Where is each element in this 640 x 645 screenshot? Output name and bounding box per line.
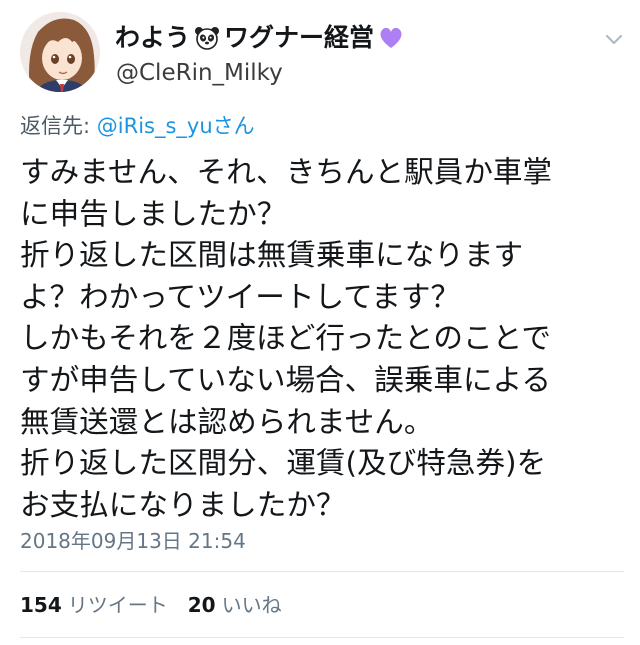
like-label[interactable]: いいね bbox=[222, 591, 282, 619]
divider bbox=[20, 571, 624, 572]
user-handle[interactable]: @CleRin_Milky bbox=[116, 58, 283, 88]
divider bbox=[20, 637, 624, 638]
retweet-count[interactable]: 154 bbox=[20, 591, 62, 619]
tweet-text-line: すが申告していない場合、誤乗車による bbox=[20, 362, 551, 397]
tweet-timestamp[interactable]: 2018年09月13日 21:54 bbox=[20, 527, 246, 555]
tweet-text-line: しかもそれを２度ほど行ったとのことで bbox=[20, 321, 551, 356]
tweet-text-line: 折り返した区間分、運賃(及び特急券)を bbox=[20, 446, 547, 481]
tweet-text-line: に申告しましたか？ bbox=[20, 196, 287, 231]
reply-label: 返信先: bbox=[20, 114, 91, 138]
engagement-stats: 154 リツイート 20 いいね bbox=[20, 591, 282, 619]
reply-to-user-link[interactable]: @iRis_s_yu bbox=[97, 114, 213, 138]
tweet-text-line: すみません、それ、きちんと駅員か車掌 bbox=[20, 155, 553, 189]
tweet-text-line: 折り返した区間は無賃乗車になります bbox=[20, 238, 524, 273]
tweet-text-line: 無賃送還とは認められません。 bbox=[20, 404, 434, 439]
display-name-suffix: ワグナー経営 bbox=[224, 23, 375, 52]
tweet-card: わよう ワグナー経営 @CleRin_Milky 返信先: @iRis_s_yu… bbox=[0, 0, 640, 645]
tweet-text: すみません、それ、きちんと駅員か車掌 に申告しましたか？ 折り返した区間は無賃乗… bbox=[20, 152, 630, 526]
purple-heart-icon bbox=[378, 26, 404, 50]
panda-emoji-icon bbox=[194, 25, 220, 51]
display-name-text: わよう bbox=[115, 23, 191, 52]
chevron-down-icon[interactable] bbox=[606, 30, 622, 44]
reply-to-line: 返信先: @iRis_s_yuさん bbox=[20, 112, 255, 140]
retweet-label[interactable]: リツイート bbox=[68, 591, 168, 619]
like-count[interactable]: 20 bbox=[188, 591, 216, 619]
avatar[interactable] bbox=[20, 12, 100, 92]
tweet-text-line: お支払になりましたか？ bbox=[20, 487, 346, 522]
display-name[interactable]: わよう ワグナー経営 bbox=[115, 22, 404, 54]
reply-honorific: さん bbox=[212, 114, 255, 138]
tweet-text-line: よ？わかってツイートしてます？ bbox=[20, 279, 461, 314]
